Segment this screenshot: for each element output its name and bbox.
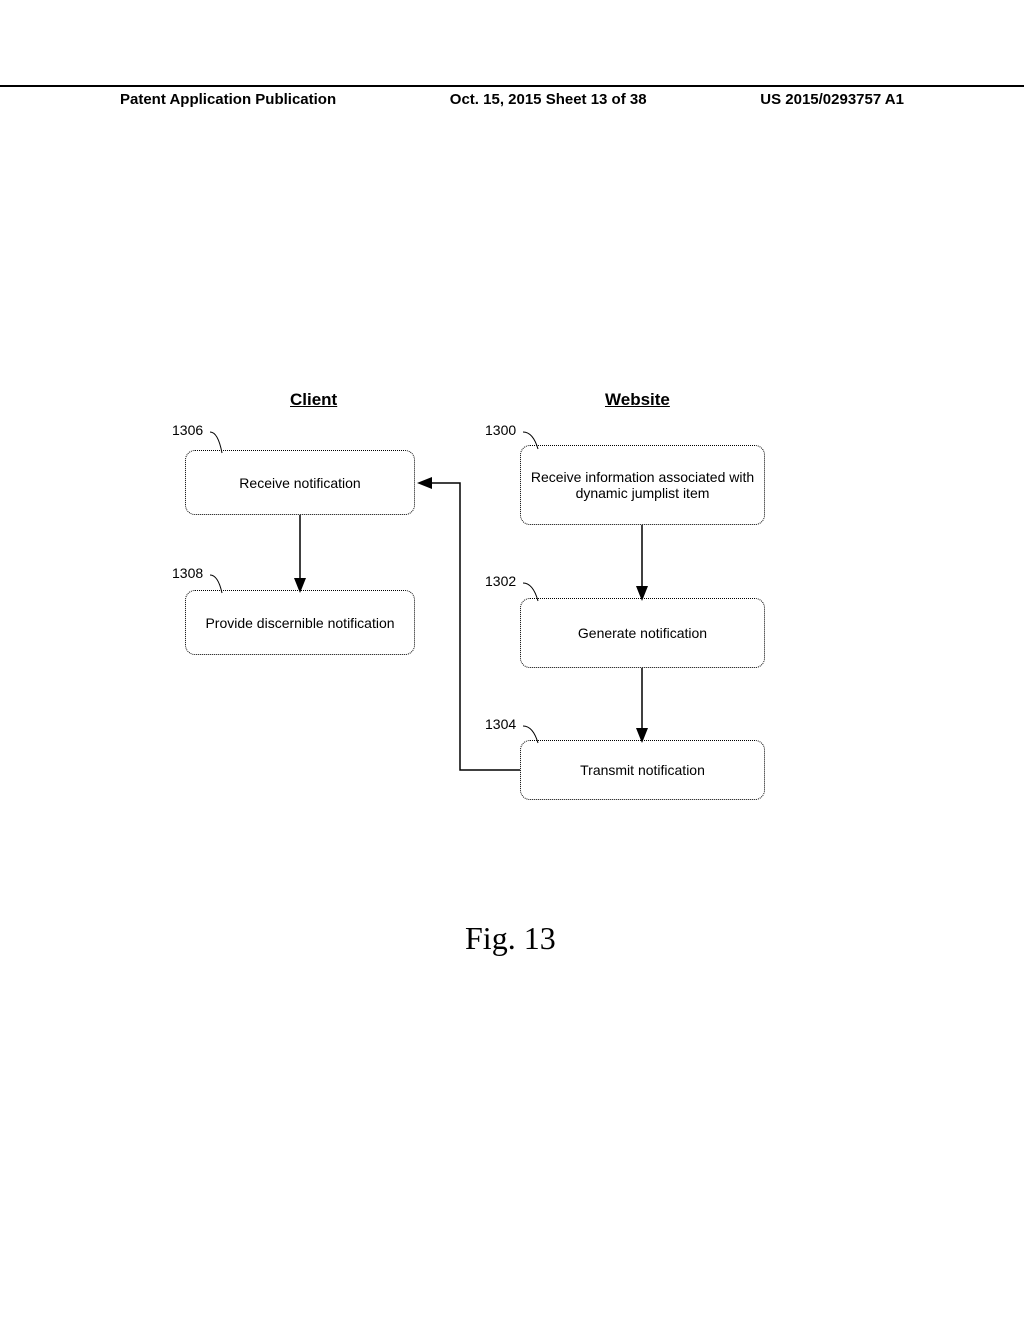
box-generate-notification-text: Generate notification [578,625,707,641]
box-provide-discernible-text: Provide discernible notification [205,615,394,631]
header-left: Patent Application Publication [120,91,336,108]
page: Patent Application Publication Oct. 15, … [0,0,1024,1320]
box-receive-notification-text: Receive notification [239,475,360,491]
ref-1302: 1302 [485,573,516,589]
box-receive-notification: Receive notification [185,450,415,515]
box-transmit-notification: Transmit notification [520,740,765,800]
ref-1308: 1308 [172,565,203,581]
header-center: Oct. 15, 2015 Sheet 13 of 38 [450,91,647,108]
connectors-svg [0,0,1024,1320]
box-provide-discernible: Provide discernible notification [185,590,415,655]
column-header-website: Website [605,390,670,410]
figure-caption: Fig. 13 [465,920,556,957]
column-header-client: Client [290,390,337,410]
header-right: US 2015/0293757 A1 [760,91,904,108]
ref-1300: 1300 [485,422,516,438]
ref-1306: 1306 [172,422,203,438]
box-receive-information-text: Receive information associated with dyna… [527,469,758,501]
ref-1304: 1304 [485,716,516,732]
box-receive-information: Receive information associated with dyna… [520,445,765,525]
box-generate-notification: Generate notification [520,598,765,668]
page-header: Patent Application Publication Oct. 15, … [0,85,1024,108]
box-transmit-notification-text: Transmit notification [580,762,705,778]
